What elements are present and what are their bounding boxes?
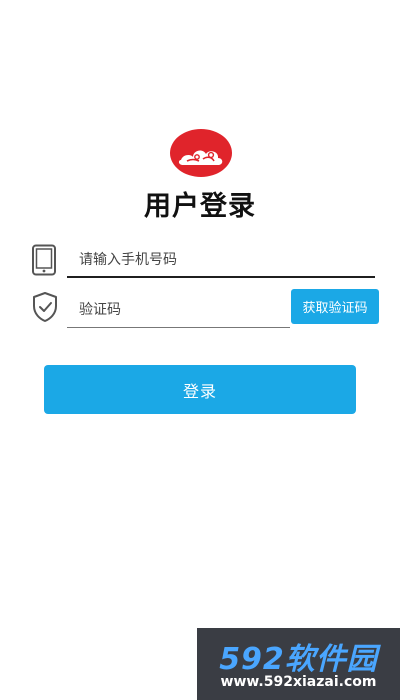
phone-number-input[interactable] [67,244,375,278]
verification-code-input[interactable] [67,292,290,328]
shield-check-icon [31,291,59,323]
watermark: 592软件园 www.592xiazai.com [197,628,400,700]
watermark-url: www.592xiazai.com [220,674,377,690]
page-title: 用户登录 [144,191,256,222]
phone-icon [31,244,57,276]
cloud-logo-icon [169,128,233,178]
watermark-brand: 592软件园 [219,642,378,677]
get-verification-code-button[interactable]: 获取验证码 [291,289,379,324]
login-button[interactable]: 登录 [44,365,356,414]
